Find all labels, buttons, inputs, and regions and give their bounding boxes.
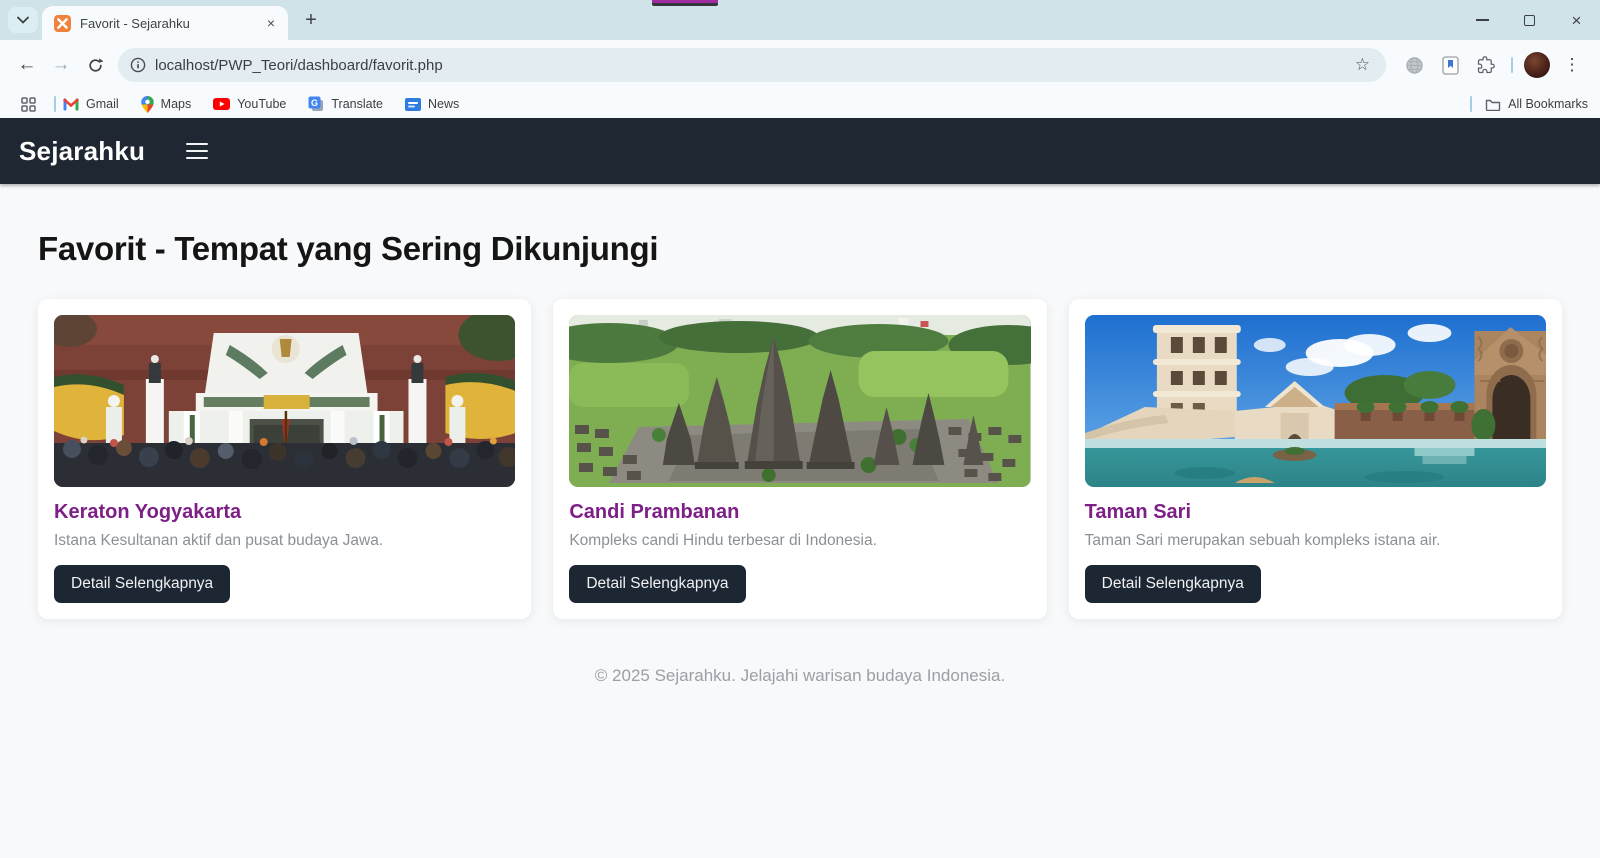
- reload-icon: [88, 57, 103, 72]
- brand-link[interactable]: Sejarahku: [19, 136, 145, 167]
- new-tab-button[interactable]: +: [296, 5, 326, 35]
- profile-avatar[interactable]: [1524, 52, 1550, 78]
- toolbar-divider: [1511, 57, 1513, 73]
- browser-tab-strip: Favorit - Sejarahku × + ×: [0, 0, 1600, 40]
- card-candi-prambanan: Candi Prambanan Kompleks candi Hindu ter…: [553, 299, 1047, 619]
- bookmark-youtube[interactable]: YouTube: [213, 97, 286, 111]
- tab-close-icon[interactable]: ×: [262, 14, 280, 32]
- detail-button[interactable]: Detail Selengkapnya: [54, 564, 231, 603]
- browser-menu-icon[interactable]: ⋮: [1557, 50, 1587, 80]
- forward-button[interactable]: →: [44, 48, 78, 82]
- reading-list-icon[interactable]: [1435, 50, 1465, 80]
- page-title: Favorit - Tempat yang Sering Dikunjungi: [38, 230, 659, 267]
- card-description: Kompleks candi Hindu terbesar di Indones…: [569, 532, 877, 549]
- bookmark-star-icon[interactable]: ☆: [1351, 55, 1374, 75]
- browser-tab[interactable]: Favorit - Sejarahku ×: [42, 6, 288, 40]
- screen-artifact: [652, 0, 718, 6]
- url-text[interactable]: localhost/PWP_Teori/dashboard/favorit.ph…: [155, 57, 1351, 74]
- card-title: Candi Prambanan: [569, 501, 740, 523]
- tab-search-button[interactable]: [8, 7, 38, 33]
- reload-button[interactable]: [78, 48, 112, 82]
- news-icon: [405, 97, 422, 111]
- card-taman-sari: Taman Sari Taman Sari merupakan sebuah k…: [1068, 299, 1562, 619]
- card-title: Taman Sari: [1084, 501, 1191, 523]
- browser-toolbar: ← → localhost/PWP_Teori/dashboard/favori…: [0, 40, 1600, 90]
- translate-icon: G: [308, 96, 324, 111]
- window-controls: ×: [1459, 0, 1600, 40]
- keraton-yogyakarta-photo: [54, 315, 516, 487]
- bookmark-label: Translate: [331, 97, 384, 111]
- url-bar[interactable]: localhost/PWP_Teori/dashboard/favorit.ph…: [118, 48, 1386, 82]
- bookmark-label: YouTube: [237, 97, 287, 111]
- folder-icon: [1485, 99, 1501, 111]
- globe-icon[interactable]: [1399, 50, 1429, 80]
- bookmark-label: News: [428, 97, 460, 111]
- bookmark-translate[interactable]: G Translate: [308, 96, 383, 112]
- bookmark-news[interactable]: News: [405, 97, 459, 111]
- all-bookmarks-divider: [1470, 96, 1473, 112]
- maximize-icon: [1524, 14, 1535, 26]
- card-title: Keraton Yogyakarta: [54, 501, 242, 523]
- tab-title: Favorit - Sejarahku: [80, 15, 190, 31]
- card-description: Istana Kesultanan aktif dan pusat budaya…: [54, 532, 384, 549]
- site-info-icon[interactable]: [130, 57, 146, 73]
- detail-button[interactable]: Detail Selengkapnya: [569, 564, 746, 603]
- window-maximize-button[interactable]: [1506, 0, 1553, 40]
- bookmark-label: Maps: [160, 97, 192, 111]
- card-description: Taman Sari merupakan sebuah kompleks ist…: [1084, 532, 1441, 549]
- candi-prambanan-photo: [569, 315, 1031, 487]
- extensions-puzzle-icon[interactable]: [1471, 50, 1501, 80]
- bookmark-gmail[interactable]: Gmail: [63, 97, 119, 111]
- all-bookmarks-button[interactable]: All Bookmarks: [1485, 97, 1588, 111]
- apps-grid-icon[interactable]: [13, 89, 43, 119]
- maps-pin-icon: [140, 95, 154, 113]
- bookmark-maps[interactable]: Maps: [140, 95, 192, 113]
- youtube-icon: [213, 98, 231, 110]
- back-button[interactable]: ←: [10, 48, 44, 82]
- footer-text: © 2025 Sejarahku. Jelajahi warisan buday…: [594, 665, 1006, 685]
- favorites-card-row: Keraton Yogyakarta Istana Kesultanan akt…: [38, 299, 1562, 619]
- svg-text:G: G: [311, 98, 318, 108]
- minimize-icon: [1476, 19, 1489, 21]
- taman-sari-photo: [1084, 315, 1546, 487]
- main-content: Favorit - Tempat yang Sering Dikunjungi: [0, 230, 1600, 686]
- chevron-down-icon: [17, 16, 29, 24]
- window-close-button[interactable]: ×: [1553, 0, 1600, 40]
- bookmarks-bar: Gmail Maps YouTube G Translate News All …: [0, 90, 1600, 118]
- all-bookmarks-label: All Bookmarks: [1508, 97, 1588, 111]
- site-navbar: Sejarahku: [0, 118, 1600, 184]
- hamburger-menu-icon[interactable]: [182, 139, 212, 164]
- bookmarks-divider: [54, 96, 56, 112]
- gmail-icon: [63, 97, 79, 111]
- window-minimize-button[interactable]: [1459, 0, 1506, 40]
- xampp-favicon-icon: [54, 14, 71, 32]
- card-keraton-yogyakarta: Keraton Yogyakarta Istana Kesultanan akt…: [38, 299, 532, 619]
- bookmark-label: Gmail: [86, 97, 119, 111]
- detail-button[interactable]: Detail Selengkapnya: [1084, 564, 1261, 603]
